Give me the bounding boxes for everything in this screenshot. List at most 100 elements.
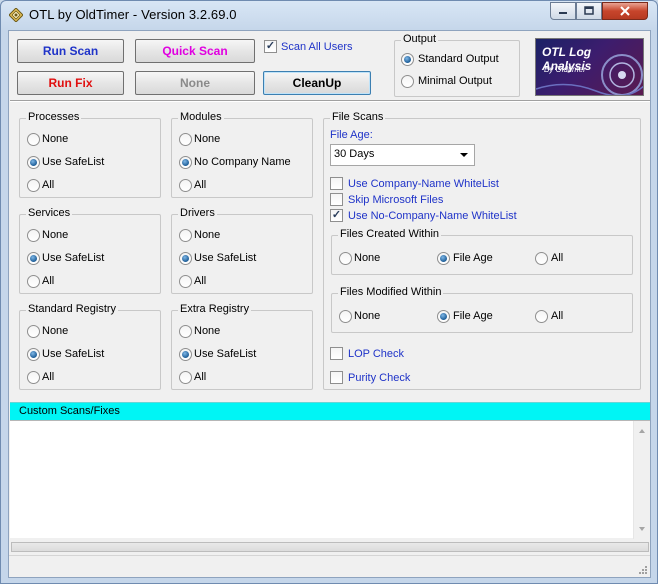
file-age-label: File Age:: [330, 129, 373, 141]
modules-title: Modules: [178, 111, 224, 123]
drivers-all-label[interactable]: All: [194, 275, 206, 287]
std-registry-safelist-label[interactable]: Use SafeList: [42, 348, 104, 360]
none-button-label: None: [180, 76, 210, 90]
std-registry-safelist-radio[interactable]: [27, 348, 40, 361]
standard-registry-title: Standard Registry: [26, 303, 119, 315]
window-title: OTL by OldTimer - Version 3.2.69.0: [29, 7, 237, 22]
maximize-icon: [584, 6, 594, 15]
company-whitelist-checkbox[interactable]: [330, 177, 343, 190]
file-age-value: 30 Days: [334, 148, 375, 160]
scroll-up-icon[interactable]: [639, 429, 645, 433]
processes-all-label[interactable]: All: [42, 179, 54, 191]
std-registry-all-label[interactable]: All: [42, 371, 54, 383]
custom-scans-textarea[interactable]: [10, 420, 650, 539]
extra-registry-safelist-radio[interactable]: [179, 348, 192, 361]
standard-output-radio[interactable]: [401, 53, 414, 66]
extra-registry-none-label[interactable]: None: [194, 325, 220, 337]
minimize-button[interactable]: [550, 2, 576, 20]
chevron-down-icon: [460, 153, 468, 157]
top-separator: [10, 100, 650, 102]
drivers-safelist-label[interactable]: Use SafeList: [194, 252, 256, 264]
services-title: Services: [26, 207, 73, 219]
quick-scan-button[interactable]: Quick Scan: [135, 39, 255, 63]
minimal-output-radio[interactable]: [401, 75, 414, 88]
processes-title: Processes: [26, 111, 82, 123]
modified-all-radio[interactable]: [535, 310, 548, 323]
modules-none-radio[interactable]: [179, 133, 192, 146]
scroll-down-icon[interactable]: [639, 527, 645, 531]
processes-all-radio[interactable]: [27, 179, 40, 192]
purity-check-label[interactable]: Purity Check: [348, 372, 410, 384]
title-bar[interactable]: OTL by OldTimer - Version 3.2.69.0: [1, 1, 657, 29]
cleanup-label: CleanUp: [292, 76, 342, 90]
custom-scans-header: Custom Scans/Fixes: [10, 402, 650, 420]
file-age-select[interactable]: 30 Days: [330, 144, 475, 166]
extra-registry-all-label[interactable]: All: [194, 371, 206, 383]
lop-check-checkbox[interactable]: [330, 347, 343, 360]
modules-all-radio[interactable]: [179, 179, 192, 192]
minimal-output-label[interactable]: Minimal Output: [418, 75, 492, 87]
std-registry-none-label[interactable]: None: [42, 325, 68, 337]
processes-none-radio[interactable]: [27, 133, 40, 146]
skip-microsoft-checkbox[interactable]: [330, 193, 343, 206]
services-all-label[interactable]: All: [42, 275, 54, 287]
purity-check-checkbox[interactable]: [330, 371, 343, 384]
modules-no-company-radio[interactable]: [179, 156, 192, 169]
created-file-age-label[interactable]: File Age: [453, 252, 493, 264]
company-whitelist-label[interactable]: Use Company-Name WhiteList: [348, 178, 499, 190]
created-all-radio[interactable]: [535, 252, 548, 265]
services-none-label[interactable]: None: [42, 229, 68, 241]
drivers-none-radio[interactable]: [179, 229, 192, 242]
services-safelist-label[interactable]: Use SafeList: [42, 252, 104, 264]
output-group: Output: [394, 33, 520, 97]
modified-file-age-label[interactable]: File Age: [453, 310, 493, 322]
standard-output-label[interactable]: Standard Output: [418, 53, 499, 65]
run-scan-button[interactable]: Run Scan: [17, 39, 124, 63]
created-file-age-radio[interactable]: [437, 252, 450, 265]
skip-microsoft-label[interactable]: Skip Microsoft Files: [348, 194, 443, 206]
close-button[interactable]: [602, 2, 648, 20]
no-company-whitelist-checkbox[interactable]: ✓: [330, 209, 343, 222]
cleanup-button[interactable]: CleanUp: [263, 71, 371, 95]
progress-bar: [11, 542, 649, 552]
modified-file-age-radio[interactable]: [437, 310, 450, 323]
modules-none-label[interactable]: None: [194, 133, 220, 145]
modified-none-label[interactable]: None: [354, 310, 380, 322]
run-fix-button[interactable]: Run Fix: [17, 71, 124, 95]
std-registry-none-radio[interactable]: [27, 325, 40, 338]
lop-check-label[interactable]: LOP Check: [348, 348, 404, 360]
processes-none-label[interactable]: None: [42, 133, 68, 145]
extra-registry-none-radio[interactable]: [179, 325, 192, 338]
processes-safelist-radio[interactable]: [27, 156, 40, 169]
created-all-label[interactable]: All: [551, 252, 563, 264]
maximize-button[interactable]: [576, 2, 602, 20]
services-safelist-radio[interactable]: [27, 252, 40, 265]
extra-registry-safelist-label[interactable]: Use SafeList: [194, 348, 256, 360]
scan-all-users-checkbox[interactable]: ✓: [264, 40, 277, 53]
extra-registry-all-radio[interactable]: [179, 371, 192, 384]
custom-scans-label: Custom Scans/Fixes: [19, 405, 120, 417]
drivers-all-radio[interactable]: [179, 275, 192, 288]
services-none-radio[interactable]: [27, 229, 40, 242]
drivers-safelist-radio[interactable]: [179, 252, 192, 265]
files-created-title: Files Created Within: [338, 228, 442, 240]
modules-all-label[interactable]: All: [194, 179, 206, 191]
minimize-icon: [559, 12, 567, 14]
none-button[interactable]: None: [135, 71, 255, 95]
output-group-title: Output: [401, 33, 439, 45]
created-none-label[interactable]: None: [354, 252, 380, 264]
drivers-none-label[interactable]: None: [194, 229, 220, 241]
no-company-whitelist-label[interactable]: Use No-Company-Name WhiteList: [348, 210, 517, 222]
services-all-radio[interactable]: [27, 275, 40, 288]
scan-all-users-label[interactable]: Scan All Users: [281, 41, 353, 53]
vertical-scrollbar[interactable]: [633, 421, 650, 539]
modified-all-label[interactable]: All: [551, 310, 563, 322]
main-panel: Run Scan Quick Scan Run Fix None CleanUp…: [8, 30, 651, 578]
created-none-radio[interactable]: [339, 252, 352, 265]
resize-grip-icon[interactable]: [638, 565, 648, 575]
modules-no-company-label[interactable]: No Company Name: [194, 156, 291, 168]
std-registry-all-radio[interactable]: [27, 371, 40, 384]
modified-none-radio[interactable]: [339, 310, 352, 323]
processes-safelist-label[interactable]: Use SafeList: [42, 156, 104, 168]
checkmark-icon: ✓: [265, 40, 276, 52]
